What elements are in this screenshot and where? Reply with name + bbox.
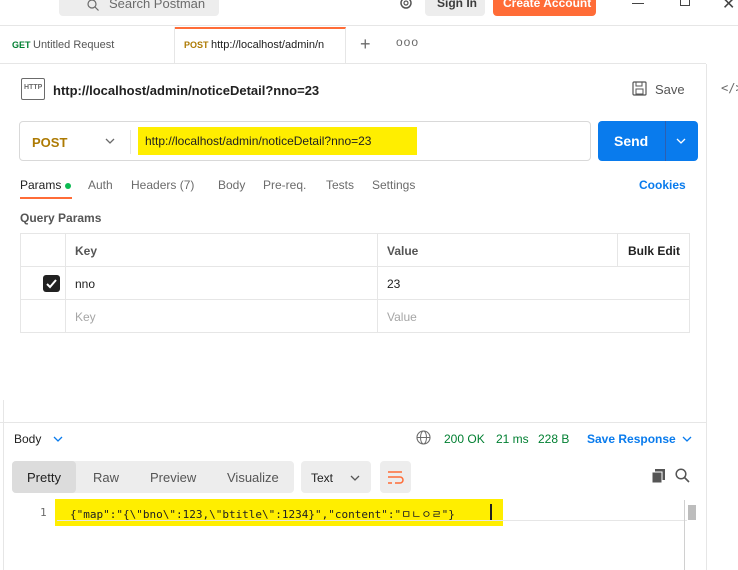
cookies-link[interactable]: Cookies <box>639 178 686 192</box>
view-label: Preview <box>150 470 197 485</box>
tab-headers[interactable]: Headers (7) <box>131 178 194 192</box>
chevron-down-icon[interactable] <box>675 135 687 147</box>
http-icon: HTTP <box>21 78 45 100</box>
table-row: nno 23 <box>21 267 689 300</box>
wrap-icon <box>388 471 404 484</box>
view-raw-button[interactable]: Raw <box>76 461 134 493</box>
view-label: Pretty <box>27 470 61 485</box>
request-title[interactable]: http://localhost/admin/noticeDetail?nno=… <box>53 83 319 98</box>
more-tabs-icon[interactable]: ooo <box>396 35 419 49</box>
response-size[interactable]: 228 B <box>538 432 569 446</box>
status-code[interactable]: 200 OK <box>444 432 485 446</box>
param-value[interactable]: 23 <box>387 277 400 291</box>
view-pretty-button[interactable]: Pretty <box>12 461 76 493</box>
method-select[interactable]: POST <box>32 135 67 150</box>
query-params-label: Query Params <box>20 211 102 225</box>
table-cell <box>21 234 66 266</box>
table-cell <box>66 300 378 333</box>
tab-tests[interactable]: Tests <box>326 178 354 192</box>
view-mode-group: Pretty Raw Preview Visualize <box>12 461 294 493</box>
divider <box>665 121 666 161</box>
url-input[interactable]: http://localhost/admin/noticeDetail?nno=… <box>145 134 371 148</box>
table-cell <box>21 300 66 333</box>
text-caret <box>490 504 492 520</box>
save-icon[interactable] <box>632 81 647 96</box>
send-label: Send <box>614 133 649 149</box>
line-number: 1 <box>40 506 47 519</box>
save-button[interactable]: Save <box>655 82 685 97</box>
tab-post-request[interactable]: POST http://localhost/admin/n <box>175 27 346 64</box>
param-key[interactable]: nno <box>75 277 95 291</box>
format-select[interactable]: Text <box>301 461 371 493</box>
view-preview-button[interactable]: Preview <box>134 461 212 493</box>
response-body-label[interactable]: Body <box>14 432 41 446</box>
url-bar: POST http://localhost/admin/noticeDetail… <box>19 121 591 161</box>
tab-untitled-request[interactable]: GET Untitled Request <box>0 27 175 64</box>
chevron-down-icon[interactable] <box>681 433 693 445</box>
editor-scrollbar-track <box>684 500 685 570</box>
code-icon[interactable]: </> <box>721 81 738 95</box>
top-bar: Search Postman Sign In Create Account ✕ <box>0 0 738 26</box>
add-tab-icon[interactable]: + <box>360 34 371 55</box>
view-label: Visualize <box>227 470 279 485</box>
chevron-down-icon <box>350 475 360 481</box>
params-table: Key Value Bulk Edit nno 23 Key Value <box>20 233 690 333</box>
tab-title: http://localhost/admin/n <box>211 39 325 51</box>
gear-icon[interactable] <box>397 0 415 12</box>
globe-icon[interactable] <box>416 430 431 445</box>
divider <box>130 130 131 154</box>
maximize-icon[interactable] <box>680 0 690 6</box>
http-icon-label: HTTP <box>24 84 43 91</box>
right-sidebar: </> <box>706 64 738 570</box>
key-column-header: Key <box>75 244 98 258</box>
tab-params-label: Params <box>20 178 62 192</box>
tab-method: POST <box>184 40 209 50</box>
sign-in-label: Sign In <box>437 0 477 10</box>
checkmark-icon <box>46 279 57 289</box>
active-dot-icon <box>65 182 72 189</box>
tab-settings[interactable]: Settings <box>372 178 415 192</box>
search-icon[interactable] <box>675 468 690 483</box>
active-tab-underline <box>20 197 72 199</box>
tab-params[interactable]: Params <box>20 178 72 192</box>
tab-method: GET <box>12 40 31 50</box>
request-tab-bar: GET Untitled Request POST http://localho… <box>0 27 706 64</box>
create-account-button[interactable]: Create Account <box>493 0 596 16</box>
sign-in-button[interactable]: Sign In <box>425 0 485 16</box>
send-button[interactable]: Send <box>598 121 698 161</box>
tab-body[interactable]: Body <box>218 178 245 192</box>
response-body-text[interactable]: {"map":"{\"bno\":123,\"btitle\":1234}","… <box>70 506 455 522</box>
bulk-edit-button[interactable]: Bulk Edit <box>628 244 680 258</box>
editor-scrollbar[interactable] <box>688 505 696 520</box>
tab-prereq[interactable]: Pre-req. <box>263 178 306 192</box>
tab-auth[interactable]: Auth <box>88 178 113 192</box>
copy-icon[interactable] <box>651 468 666 484</box>
search-box[interactable]: Search Postman <box>59 0 219 16</box>
value-column-header: Value <box>387 244 419 258</box>
tab-title: Untitled Request <box>33 39 115 51</box>
minimize-icon[interactable] <box>632 3 644 4</box>
search-icon <box>87 0 99 11</box>
wrap-lines-button[interactable] <box>380 461 411 493</box>
table-cell <box>66 267 378 299</box>
table-row: Key Value <box>21 300 689 333</box>
view-visualize-button[interactable]: Visualize <box>212 461 294 493</box>
table-header-row: Key Value Bulk Edit <box>21 234 689 267</box>
response-divider <box>0 422 706 423</box>
chevron-down-icon[interactable] <box>52 433 64 445</box>
view-label: Raw <box>93 470 120 485</box>
close-icon[interactable]: ✕ <box>722 0 735 14</box>
create-account-label: Create Account <box>503 0 592 10</box>
save-response-button[interactable]: Save Response <box>587 432 676 446</box>
search-placeholder: Search Postman <box>109 0 206 11</box>
param-checkbox[interactable] <box>43 275 60 292</box>
format-label: Text <box>311 471 334 485</box>
new-key-input[interactable]: Key <box>75 310 96 324</box>
table-cell <box>66 234 378 266</box>
new-value-input[interactable]: Value <box>387 310 417 324</box>
chevron-down-icon[interactable] <box>104 135 116 147</box>
response-time[interactable]: 21 ms <box>496 432 529 446</box>
